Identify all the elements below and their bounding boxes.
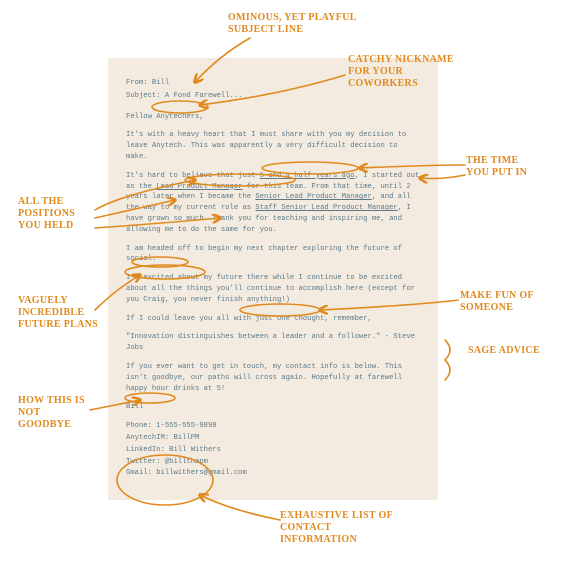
- contact-phone: Phone: 1-555-555-9898: [126, 421, 420, 432]
- role-1: Lead Product Manager: [156, 183, 242, 191]
- subject-label: Subject:: [126, 92, 161, 100]
- annotation-future: VAGUELY INCREDIBLE FUTURE PLANS: [18, 295, 98, 331]
- contact-gmail: Gmail: billwithers@gmail.com: [126, 468, 420, 479]
- salutation: Fellow Anytechers,: [126, 112, 420, 123]
- annotation-time: THE TIME YOU PUT IN: [466, 155, 536, 179]
- annotation-positions: ALL THE POSITIONS YOU HELD: [18, 196, 98, 232]
- paragraph-future: I am headed off to begin my next chapter…: [126, 244, 420, 266]
- annotation-contact: EXHAUSTIVE LIST OF CONTACT INFORMATION: [280, 510, 400, 546]
- signoff: Bill: [126, 402, 420, 413]
- contact-twitter: Twitter: @billthepm: [126, 457, 420, 468]
- contact-linkedin: LinkedIn: Bill Withers: [126, 445, 420, 456]
- from-label: From:: [126, 79, 148, 87]
- paragraph-intro: It's with a heavy heart that I must shar…: [126, 130, 420, 162]
- quote: "Innovation distinguishes between a lead…: [126, 332, 420, 354]
- from-value: Bill: [152, 79, 169, 87]
- annotation-sage: SAGE ADVICE: [468, 345, 548, 357]
- contact-im: AnytechIM: BillPM: [126, 433, 420, 444]
- annotation-subject: OMINOUS, YET PLAYFUL SUBJECT LINE: [228, 12, 368, 36]
- role-3: Staff Senior Lead Product Manager: [255, 204, 397, 212]
- email-document: From: Bill Subject: A Fond Farewell... F…: [108, 58, 438, 500]
- paragraph-thought: If I could leave you all with just one t…: [126, 314, 420, 325]
- paragraph-excited: I'm excited about my future there while …: [126, 273, 420, 305]
- signature-block: Phone: 1-555-555-9898 AnytechIM: BillPM …: [126, 421, 420, 479]
- subject-line: Subject: A Fond Farewell...: [126, 91, 420, 102]
- annotation-nickname: CATCHY NICKNAME FOR YOUR COWORKERS: [348, 54, 468, 90]
- role-2: Senior Lead Product Manager: [255, 193, 371, 201]
- annotation-makefun: MAKE FUN OF SOMEONE: [460, 290, 540, 314]
- annotation-notgoodbye: HOW THIS IS NOT GOODBYE: [18, 395, 88, 431]
- paragraph-history: It's hard to believe that just 5 and a h…: [126, 171, 420, 236]
- subject-value: A Fond Farewell...: [165, 92, 243, 100]
- paragraph-contact: If you ever want to get in touch, my con…: [126, 362, 420, 394]
- time-span: 5 and a half years ago: [260, 172, 355, 180]
